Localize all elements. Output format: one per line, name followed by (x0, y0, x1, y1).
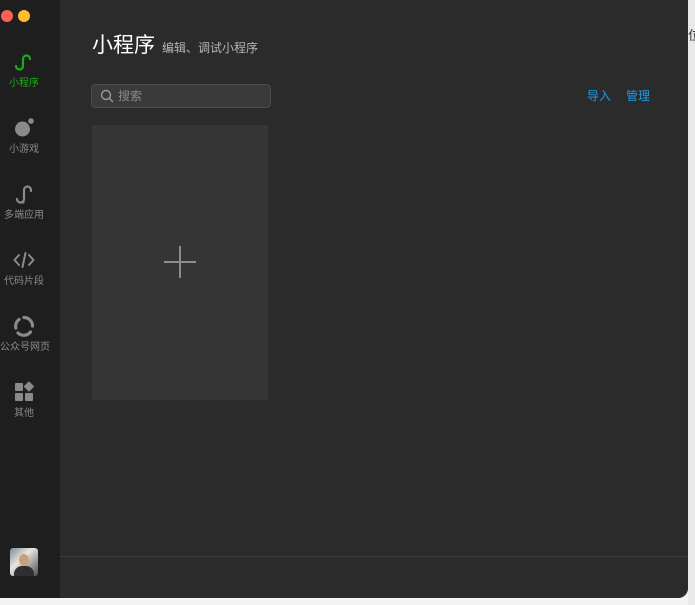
minigame-icon (15, 118, 34, 137)
import-button[interactable]: 导入 (587, 89, 611, 103)
background-text: 位 (688, 29, 695, 44)
user-avatar[interactable] (10, 548, 38, 576)
sidebar-item-minigame[interactable]: 小游戏 (0, 116, 48, 156)
page-subtitle: 编辑、调试小程序 (162, 41, 259, 55)
footer-bar (60, 556, 688, 598)
minimize-window-button[interactable] (18, 10, 30, 22)
sidebar-item-label: 小游戏 (9, 144, 39, 155)
create-project-card[interactable] (92, 125, 268, 400)
plus-icon (164, 246, 196, 278)
code-icon (13, 252, 35, 268)
official-account-icon (14, 315, 35, 337)
sidebar-item-multiplatform[interactable]: 多端应用 (0, 182, 48, 222)
search-box[interactable] (91, 84, 271, 108)
main-panel: 小程序 编辑、调试小程序 导入 管理 (60, 0, 688, 556)
manage-button[interactable]: 管理 (626, 89, 650, 103)
close-window-button[interactable] (1, 10, 13, 22)
sidebar-item-label: 其他 (14, 408, 34, 419)
sidebar-item-label: 公众号网页 (0, 342, 50, 353)
background-window (688, 0, 695, 605)
sidebar: 小程序 小游戏 多端应用 代码片段 公众号网页 其他 (0, 0, 60, 598)
page-title: 小程序 (92, 33, 155, 57)
search-input[interactable] (118, 87, 266, 105)
grid-icon (15, 381, 34, 401)
app-window: 小程序 小游戏 多端应用 代码片段 公众号网页 其他 小程序 编辑、调试小程序 … (0, 0, 688, 598)
sidebar-item-label: 小程序 (9, 78, 39, 89)
sidebar-item-code-snippets[interactable]: 代码片段 (0, 248, 48, 288)
sidebar-item-official-account[interactable]: 公众号网页 (0, 314, 50, 354)
multiplatform-icon (15, 185, 33, 204)
sidebar-item-other[interactable]: 其他 (0, 380, 48, 420)
search-icon (100, 89, 114, 103)
sidebar-item-miniprogram[interactable]: 小程序 (0, 50, 48, 90)
sidebar-item-label: 多端应用 (4, 210, 44, 221)
sidebar-item-label: 代码片段 (4, 276, 44, 287)
miniprogram-icon (14, 54, 32, 71)
